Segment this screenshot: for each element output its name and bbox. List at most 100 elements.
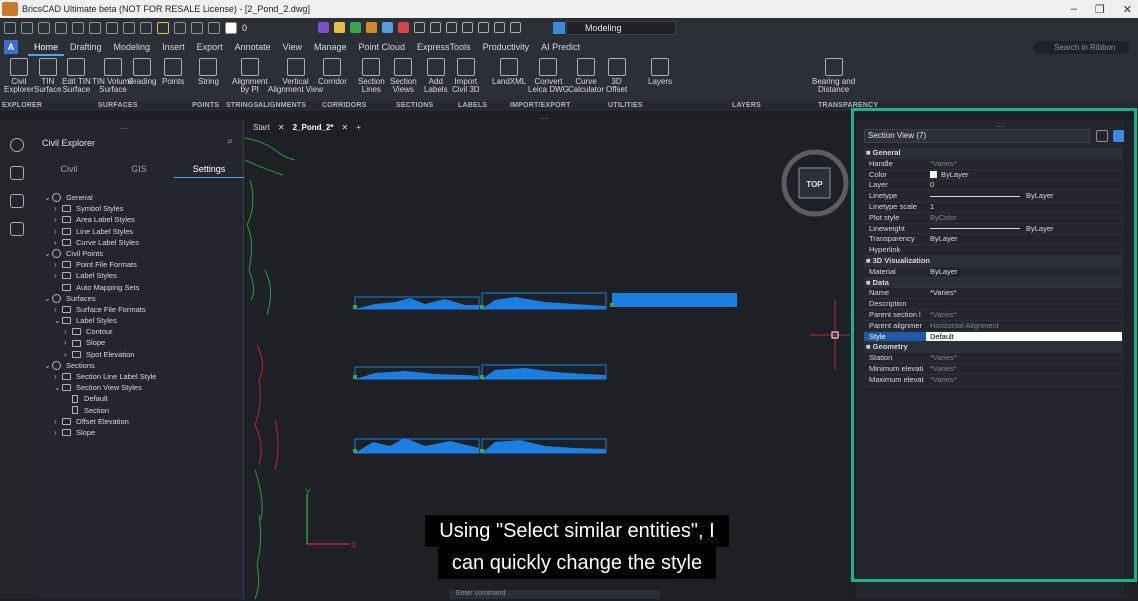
tab-annotate[interactable]: Annotate (229, 38, 277, 56)
ribbon-search[interactable]: Search in Ribbon (1034, 41, 1130, 54)
close-icon[interactable]: ✕ (278, 123, 285, 132)
tree-item[interactable]: Auto Mapping Sets (44, 282, 240, 293)
ribbon-button-tin-surface[interactable]: TIN Surface (34, 58, 62, 94)
ribbon-button-edit-tin-surface[interactable]: Edit TIN Surface (62, 58, 91, 94)
bulb-icon[interactable] (157, 22, 169, 34)
chevron-right-icon[interactable]: › (64, 337, 72, 348)
tree-item[interactable]: › Line Label Styles (44, 226, 240, 237)
tab-point-cloud[interactable]: Point Cloud (353, 38, 412, 56)
lightbulb-icon[interactable] (10, 138, 24, 152)
ribbon-button-points[interactable]: Points (162, 58, 184, 86)
add-tab-button[interactable]: + (356, 123, 361, 132)
draw-icon[interactable] (334, 22, 345, 33)
viewcube[interactable]: TOP (781, 149, 849, 217)
block-icon[interactable] (366, 22, 377, 33)
panel-label-import-export[interactable]: IMPORT/EXPORT (510, 101, 571, 111)
chevron-right-icon[interactable]: › (54, 214, 62, 225)
tab-insert[interactable]: Insert (156, 38, 191, 56)
tree-item[interactable]: › Surface File Formats (44, 304, 240, 315)
print-icon[interactable] (72, 22, 84, 34)
command-line[interactable]: Enter command (450, 590, 660, 599)
tree-item[interactable]: › Spot Elevation (44, 349, 240, 360)
chevron-down-icon[interactable]: ⌄ (54, 382, 62, 393)
tree-item[interactable]: › Section Line Label Style (44, 371, 240, 382)
ribbon-button-vertical-alignment-view[interactable]: Vertical Alignment View (268, 58, 323, 94)
tab-drafting[interactable]: Drafting (64, 38, 108, 56)
save-icon[interactable] (38, 22, 50, 34)
workspace-dropdown[interactable]: Modeling (566, 21, 676, 35)
chevron-right-icon[interactable]: › (54, 416, 62, 427)
ribbon-button-convert-leica-dwg[interactable]: Convert Leica DWG (528, 58, 569, 94)
open-icon[interactable] (21, 22, 33, 34)
new-icon[interactable] (4, 22, 16, 34)
tab-settings[interactable]: Settings (174, 160, 244, 178)
tab-productivity[interactable]: Productivity (477, 38, 536, 56)
tab-gis[interactable]: GIS (104, 160, 174, 178)
application-menu-button[interactable]: A (4, 40, 18, 54)
chevron-right-icon[interactable]: › (64, 349, 72, 360)
tab-expresstools[interactable]: ExpressTools (411, 38, 477, 56)
sun-icon[interactable] (174, 22, 186, 34)
tree-item[interactable]: › Symbol Styles (44, 203, 240, 214)
tree-item[interactable]: ⌄ Section View Styles (44, 382, 240, 393)
hierarchy-icon[interactable] (10, 194, 24, 208)
chevron-right-icon[interactable]: › (54, 304, 62, 315)
ribbon-button-layers[interactable]: Layers (648, 58, 672, 86)
tree-item[interactable]: › Slope (44, 427, 240, 438)
ribbon-button-alignment-by-pi[interactable]: Alignment by PI (232, 58, 268, 94)
ribbon-button-grading[interactable]: Grading (128, 58, 156, 86)
ribbon-button-string[interactable]: String (198, 58, 219, 86)
panel-label-explorer[interactable]: EXPLORER (2, 101, 42, 111)
ribbon-button-bearing-and-distance[interactable]: Bearing and Distance (812, 58, 855, 94)
tree-item[interactable]: › Slope (44, 337, 240, 348)
tree-item[interactable]: Default (44, 393, 240, 404)
chevron-right-icon[interactable]: › (54, 226, 62, 237)
chevron-down-icon[interactable]: ⌄ (44, 360, 52, 371)
tree-item[interactable]: › Label Styles (44, 270, 240, 281)
minimize-button[interactable]: – (1071, 3, 1077, 15)
dimension-icon[interactable] (398, 22, 409, 33)
tree-item[interactable]: ⌄ General (44, 192, 240, 203)
panel-label-points[interactable]: POINTS (192, 101, 219, 111)
render-icon[interactable] (494, 22, 505, 33)
tab-export[interactable]: Export (191, 38, 229, 56)
chevron-right-icon[interactable]: › (64, 326, 72, 337)
section-view-row-2[interactable] (353, 364, 607, 380)
tree-item[interactable]: ⌄ Label Styles (44, 315, 240, 326)
panel-label-layers[interactable]: LAYERS (732, 101, 761, 111)
close-button[interactable]: ✕ (1123, 3, 1132, 16)
properties-icon[interactable] (446, 22, 457, 33)
ribbon-button-curve-calculator[interactable]: Curve Calculator (568, 58, 604, 94)
tree-item[interactable]: › Point File Formats (44, 259, 240, 270)
layer-color-icon[interactable] (225, 22, 237, 34)
tree-item[interactable]: Section (44, 405, 240, 416)
ribbon-button-add-labels[interactable]: Add Labels (424, 58, 448, 94)
view-icon[interactable] (414, 22, 425, 33)
tab-manage[interactable]: Manage (308, 38, 353, 56)
tab-start[interactable]: Start (253, 123, 270, 132)
tab-2-pond-2[interactable]: 2_Pond_2* (293, 123, 334, 132)
undo-icon[interactable] (123, 22, 135, 34)
viewcube-top-label[interactable]: TOP (806, 180, 823, 189)
chevron-down-icon[interactable]: ⌄ (54, 315, 62, 326)
ribbon-button-section-lines[interactable]: Section Lines (358, 58, 385, 94)
ribbon-button-import-civil-3d[interactable]: Import Civil 3D (452, 58, 480, 94)
ribbon-button-section-views[interactable]: Section Views (390, 58, 417, 94)
chevron-down-icon[interactable]: ⌄ (44, 192, 52, 203)
chevron-right-icon[interactable]: › (54, 259, 62, 270)
panel-label-corridors[interactable]: CORRIDORS (322, 101, 367, 111)
chevron-right-icon[interactable]: › (54, 427, 62, 438)
tree-item[interactable]: ⌄ Civil Points (44, 248, 240, 259)
hatch-icon[interactable] (382, 22, 393, 33)
tree-item[interactable]: › Curve Label Styles (44, 237, 240, 248)
tab-home[interactable]: Home (28, 38, 65, 56)
settings-icon[interactable] (510, 22, 521, 33)
plot-icon[interactable] (106, 22, 118, 34)
chevron-right-icon[interactable]: › (54, 371, 62, 382)
chevron-right-icon[interactable]: › (54, 270, 62, 281)
tree-item[interactable]: ⌄ Sections (44, 360, 240, 371)
tree-item[interactable]: › Area Label Styles (44, 214, 240, 225)
section-view-row-3[interactable] (353, 438, 607, 454)
tree-item[interactable]: › Offset Elevation (44, 416, 240, 427)
layer-print-icon[interactable] (208, 22, 220, 34)
